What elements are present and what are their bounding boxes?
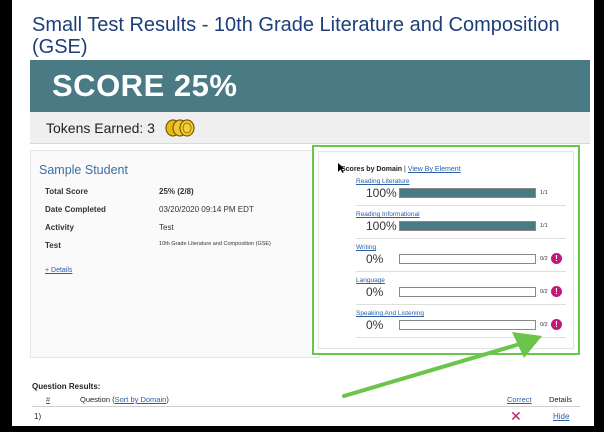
question-number: 1): [34, 412, 42, 421]
domain-progress-fill: [400, 222, 535, 230]
question-results-header: # Question (Sort by Domain) Correct Deta…: [32, 395, 580, 407]
screen-frame-right: [594, 0, 604, 432]
sort-paren-close: ): [166, 395, 169, 404]
domain-name-link[interactable]: Speaking And Listening: [356, 310, 424, 317]
column-question: Question (Sort by Domain): [80, 395, 169, 404]
column-details: Details: [549, 395, 572, 404]
info-label: Date Completed: [45, 205, 106, 214]
score-label: SCORE 25%: [52, 68, 238, 103]
red-x-icon: ✕: [510, 408, 522, 424]
exclamation-circle-icon[interactable]: !: [551, 319, 562, 330]
screen-frame-bottom: [0, 426, 604, 432]
hide-details-link[interactable]: Hide: [553, 412, 569, 421]
exclamation-circle-icon[interactable]: !: [551, 286, 562, 297]
page-title: Small Test Results - 10th Grade Literatu…: [32, 14, 560, 58]
column-question-label: Question: [80, 395, 111, 404]
domain-header: Scores by Domain | View By Element: [341, 166, 461, 173]
sort-by-domain-link[interactable]: Sort by Domain: [115, 395, 167, 404]
domain-row-speaking-and-listening: Speaking And Listening 0% 0/2 !: [356, 310, 566, 338]
student-name: Sample Student: [39, 163, 128, 177]
tokens-bar: Tokens Earned: 3: [30, 112, 590, 144]
domain-percent: 100%: [366, 186, 397, 200]
domain-fraction: 0/2: [540, 322, 548, 328]
domain-progress-bar: [399, 221, 536, 231]
domain-progress-bar: [399, 188, 536, 198]
column-number-sort[interactable]: #: [46, 395, 50, 404]
domain-percent: 0%: [366, 318, 384, 332]
domain-row-language: Language 0% 0/2 !: [356, 277, 566, 305]
domain-fraction: 0/2: [540, 289, 548, 295]
student-summary-panel: Sample Student Total Score 25% (2/8) Dat…: [30, 150, 320, 358]
domain-progress-fill: [400, 189, 535, 197]
domain-percent: 100%: [366, 219, 397, 233]
domain-percent: 0%: [366, 252, 384, 266]
domain-progress-bar: [399, 287, 536, 297]
score-banner: SCORE 25%: [30, 60, 590, 112]
domain-fraction: 1/1: [540, 190, 548, 196]
tokens-label: Tokens Earned: 3: [46, 120, 155, 136]
domain-name-link[interactable]: Writing: [356, 244, 376, 251]
info-label: Activity: [45, 223, 74, 232]
domain-header-separator: |: [404, 166, 406, 173]
domain-name-link[interactable]: Reading Literature: [356, 178, 409, 185]
info-value: 25% (2/8): [159, 187, 194, 196]
domain-fraction: 1/1: [540, 223, 548, 229]
domain-row-reading-informational: Reading Informational 100% 1/1: [356, 211, 566, 239]
info-label: Total Score: [45, 187, 88, 196]
exclamation-circle-icon[interactable]: !: [551, 253, 562, 264]
domain-fraction: 0/2: [540, 256, 548, 262]
question-results-title: Question Results:: [32, 382, 101, 391]
screen-frame-left: [0, 0, 12, 432]
gold-coins-icon: [165, 119, 195, 137]
domain-row-writing: Writing 0% 0/2 !: [356, 244, 566, 272]
view-by-element-link[interactable]: View By Element: [408, 166, 461, 173]
table-row: 1) ✕ Hide: [32, 408, 580, 424]
domain-row-reading-literature: Reading Literature 100% 1/1: [356, 178, 566, 206]
info-value: Test: [159, 223, 174, 232]
domain-progress-bar: [399, 254, 536, 264]
results-page: Small Test Results - 10th Grade Literatu…: [12, 0, 594, 426]
domain-name-link[interactable]: Language: [356, 277, 385, 284]
scores-by-domain-inner: Scores by Domain | View By Element Readi…: [318, 151, 574, 349]
info-label: Test: [45, 241, 61, 250]
details-link[interactable]: + Details: [45, 267, 72, 274]
domain-percent: 0%: [366, 285, 384, 299]
info-value: 10th Grade Literature and Composition (G…: [159, 241, 271, 247]
domain-name-link[interactable]: Reading Informational: [356, 211, 420, 218]
column-correct-sort[interactable]: Correct: [507, 395, 532, 404]
domain-progress-bar: [399, 320, 536, 330]
domain-header-title: Scores by Domain: [341, 166, 403, 173]
info-value: 03/20/2020 09:14 PM EDT: [159, 205, 254, 214]
scores-by-domain-panel: Scores by Domain | View By Element Readi…: [312, 145, 580, 355]
